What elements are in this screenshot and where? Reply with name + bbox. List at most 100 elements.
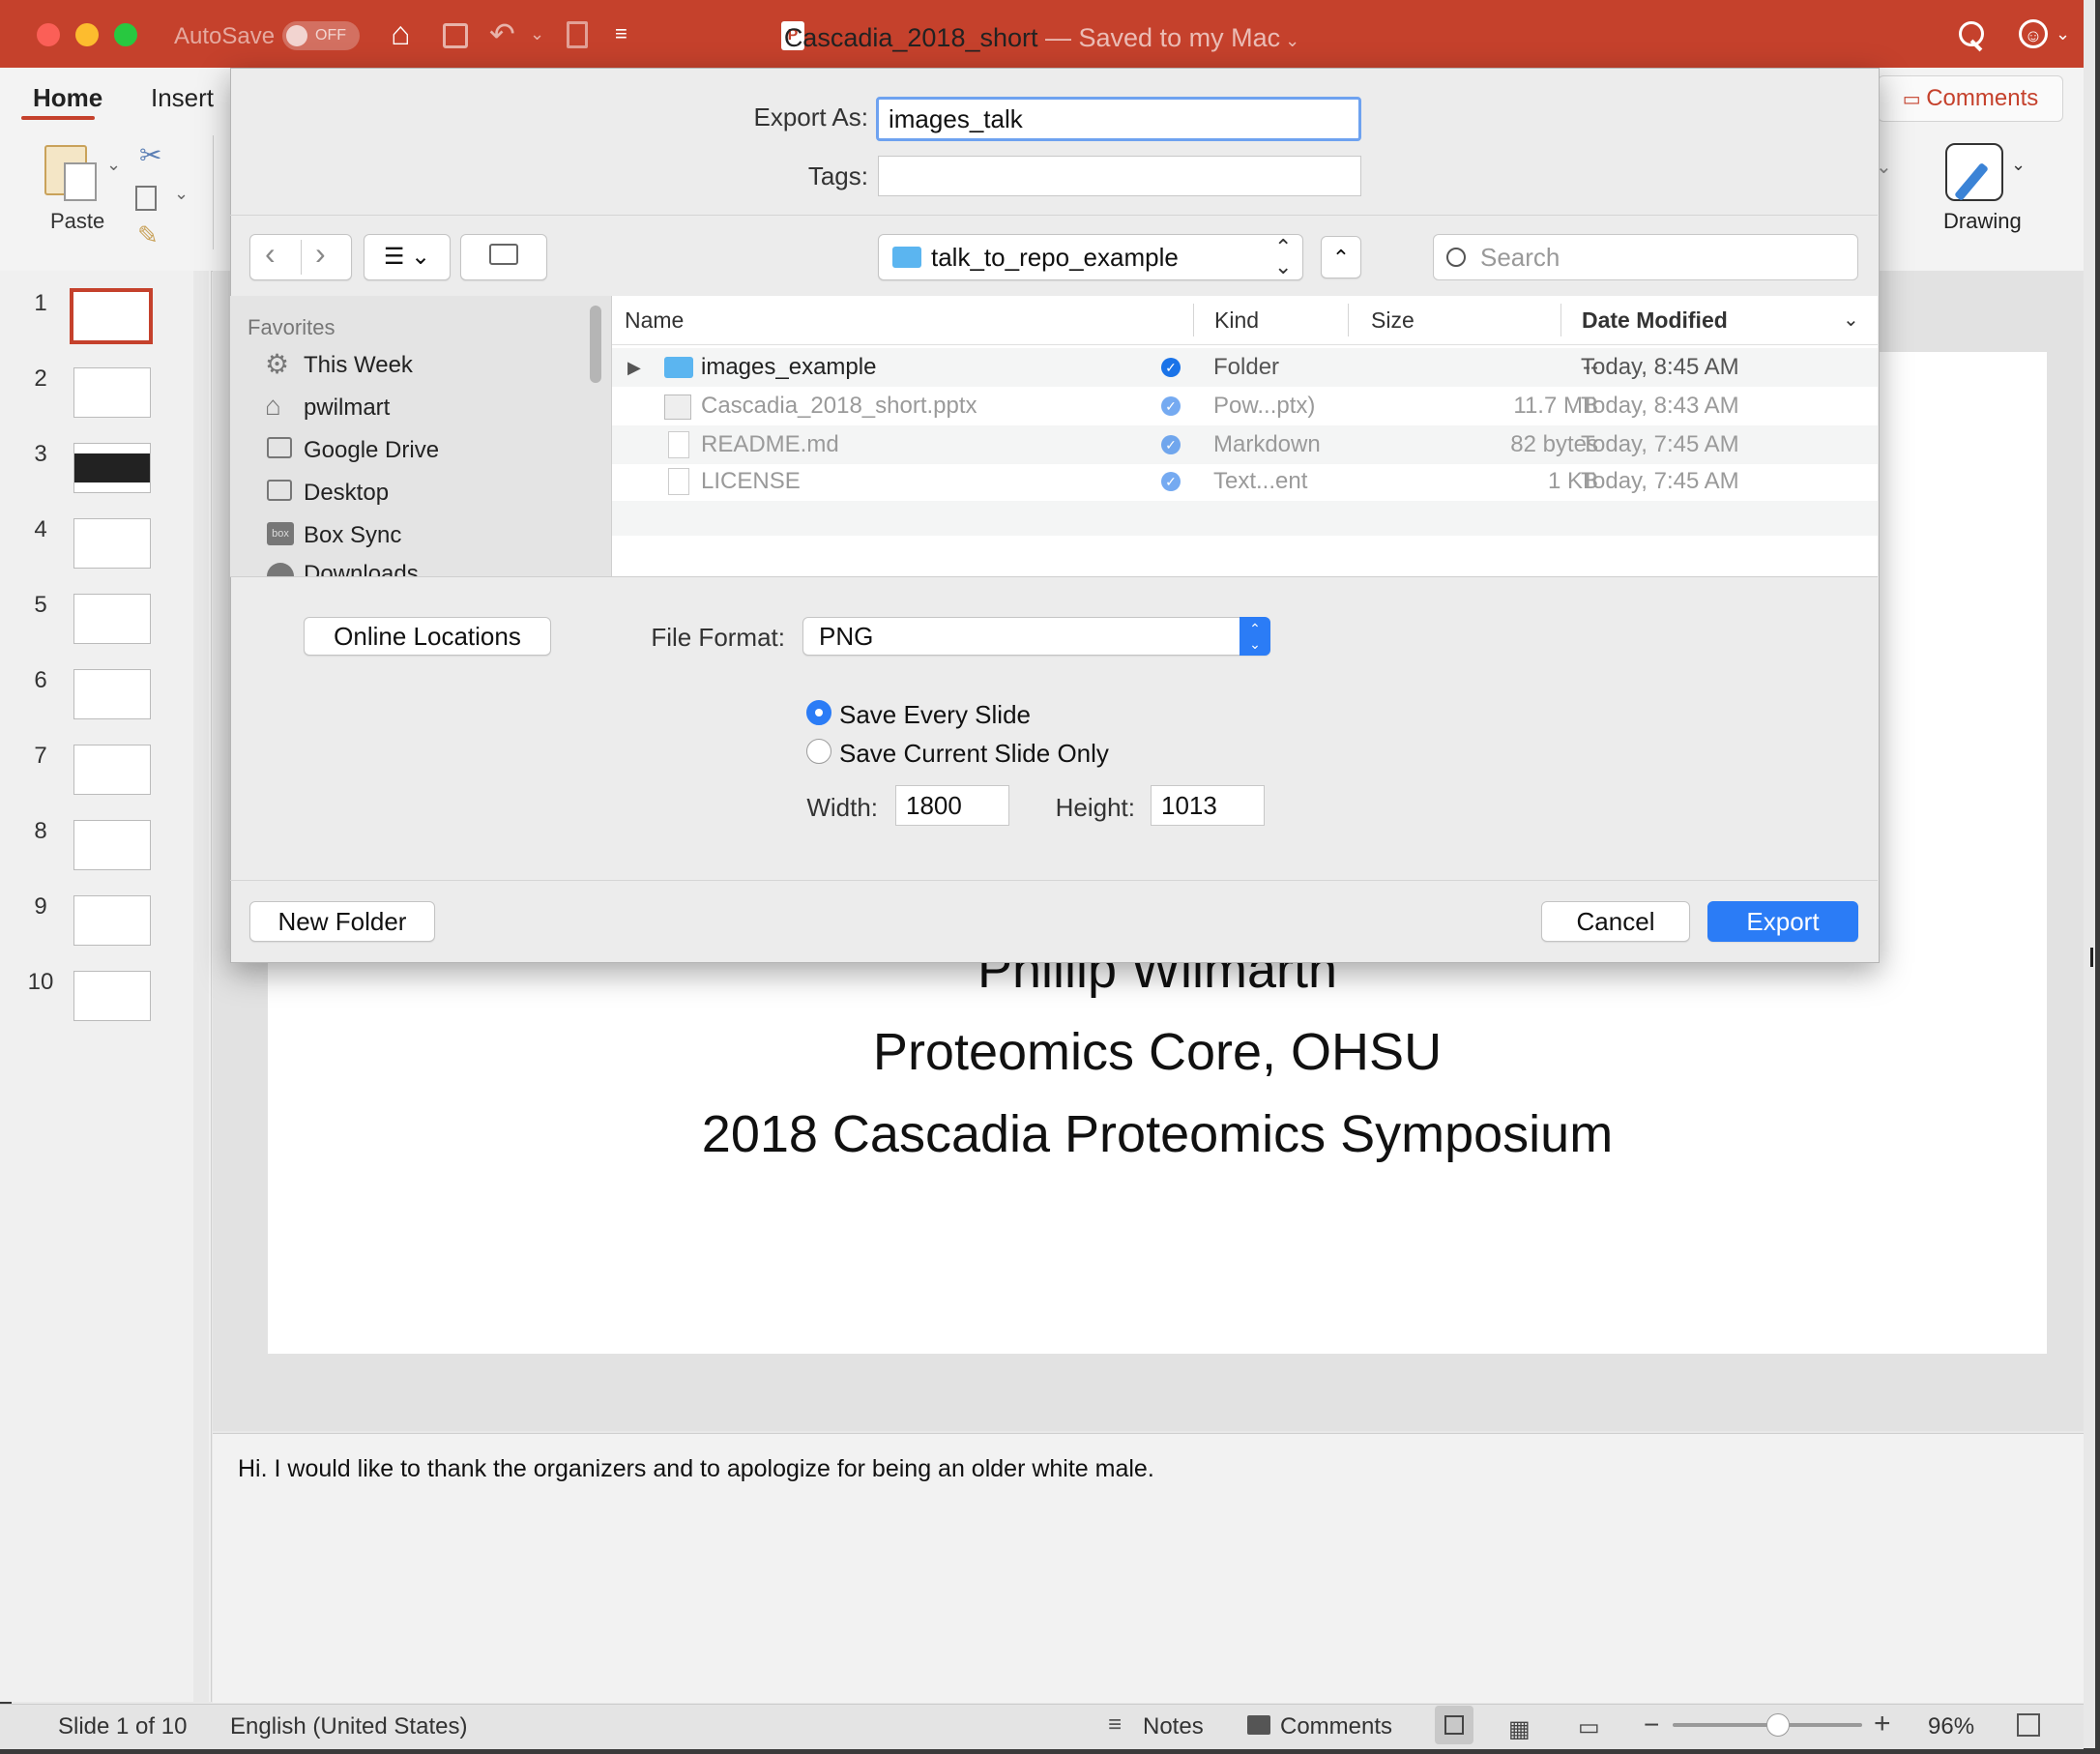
drawing-label[interactable]: Drawing [1943,209,2022,234]
file-name: README.md [701,431,839,457]
column-header-name[interactable]: Name [625,296,684,344]
slide-sorter-icon[interactable]: ▦ [1508,1715,1531,1743]
slide-thumbnail[interactable] [73,669,151,719]
favorite-this-week[interactable]: This Week [304,352,413,379]
forward-button[interactable]: › [315,236,326,272]
zoom-out-button[interactable]: − [1644,1710,1659,1740]
width-input[interactable] [895,785,1009,826]
format-painter-icon[interactable]: ✎ [137,220,159,250]
slide-event-line[interactable]: 2018 Cascadia Proteomics Symposium [268,1104,2047,1164]
paste-label[interactable]: Paste [50,209,104,234]
favorite-desktop[interactable]: Desktop [304,480,389,507]
dialog-footer-divider [230,880,1878,881]
slide-thumbnail[interactable] [73,971,151,1021]
icloud-synced-icon: ✓ [1161,472,1181,491]
slide-thumbnail[interactable] [73,594,151,644]
title-chevron-icon[interactable]: ⌄ [1280,31,1299,50]
favorite-downloads[interactable]: Downloads [304,561,419,576]
editor-resize-handle[interactable] [2090,948,2093,967]
document-save-status[interactable]: — Saved to my Mac [1038,23,1280,52]
file-row: Cascadia_2018_short.pptx ✓ Pow...ptx) 11… [612,387,1878,425]
collapse-browser-button[interactable]: ⌃ [1321,236,1361,278]
zoom-slider-knob[interactable] [1765,1713,1790,1737]
location-popup[interactable]: talk_to_repo_example [878,234,1303,280]
zoom-in-button[interactable]: + [1874,1708,1891,1740]
file-format-value: PNG [819,622,874,651]
paste-dropdown-icon[interactable]: ⌄ [106,155,121,175]
file-kind: Pow...ptx) [1213,393,1316,419]
save-every-slide-radio[interactable] [806,700,831,725]
export-as-label: Export As: [753,102,869,132]
slide-affiliation-line[interactable]: Proteomics Core, OHSU [268,1022,2047,1082]
smiley-feedback-icon[interactable]: ☺ [2019,19,2048,48]
slide-thumbnail[interactable] [70,288,153,344]
fit-slide-icon[interactable] [2017,1713,2040,1737]
height-input[interactable] [1151,785,1265,826]
feedback-dropdown-icon[interactable]: ⌄ [2056,0,2070,68]
tags-input[interactable] [878,156,1361,196]
file-size: 11.7 MB [1513,393,1598,419]
slide-thumbnail[interactable] [73,895,151,946]
slide-number: 3 [34,441,47,467]
zoom-percentage[interactable]: 96% [1928,1713,1974,1740]
copy-dropdown-icon[interactable]: ⌄ [174,184,189,204]
search-placeholder: Search [1480,243,1560,272]
thumbnail-scrollbar[interactable] [193,271,209,1702]
list-view-icon: ☰ ⌄ [383,244,431,270]
sidebar-scrollbar[interactable] [590,306,601,383]
slide-number: 5 [34,592,47,618]
width-label: Width: [806,793,878,822]
save-every-slide-label[interactable]: Save Every Slide [839,700,1031,730]
tab-home[interactable]: Home [33,83,102,113]
view-options-button[interactable]: ☰ ⌄ [364,234,451,280]
disclosure-triangle-icon[interactable]: ▶ [627,348,641,387]
cancel-button[interactable]: Cancel [1541,901,1690,942]
language-indicator[interactable]: English (United States) [230,1713,467,1740]
new-folder-button[interactable]: New Folder [249,901,435,942]
file-row: LICENSE ✓ Text...ent 1 KB Today, 7:45 AM [612,462,1878,501]
slide-count: Slide 1 of 10 [58,1713,188,1739]
presenter-view-icon[interactable]: ▭ [1578,1713,1600,1741]
file-size: 82 bytes [1510,431,1598,457]
notes-toggle-button[interactable]: Notes [1143,1713,1204,1740]
select-stepper-icon[interactable]: ⌃ ⌄ [1240,617,1270,656]
tab-insert[interactable]: Insert [151,83,214,113]
search-field[interactable]: Search [1433,234,1858,280]
comments-button-label: Comments [1926,85,2039,111]
slide-thumbnail[interactable] [73,443,151,493]
speaker-notes-text[interactable]: Hi. I would like to thank the organizers… [238,1455,1154,1483]
comments-button[interactable]: ▭ Comments [1878,75,2063,122]
favorite-google-drive[interactable]: Google Drive [304,437,439,464]
save-current-slide-radio[interactable] [806,739,831,764]
ribbon-divider [213,135,214,249]
favorites-heading: Favorites [248,315,335,339]
slide-thumbnail[interactable] [73,518,151,569]
cut-icon[interactable]: ✂ [139,139,161,171]
back-button[interactable]: ‹ [265,236,276,272]
file-row[interactable]: ▶ images_example ✓ Folder -- Today, 8:45… [612,348,1878,387]
save-current-slide-label[interactable]: Save Current Slide Only [839,739,1109,769]
drawing-dropdown-icon[interactable]: ⌄ [2011,155,2026,175]
slide-thumbnail[interactable] [73,820,151,870]
favorite-box-sync[interactable]: Box Sync [304,522,401,549]
slide-number: 2 [34,365,47,392]
slide-number: 10 [27,969,54,995]
export-button[interactable]: Export [1707,901,1858,942]
pptx-file-icon [664,395,691,420]
slide-number: 9 [34,893,47,920]
file-format-label: File Format: [651,623,785,652]
favorite-pwilmart[interactable]: pwilmart [304,395,390,422]
online-locations-button[interactable]: Online Locations [304,617,551,656]
comments-toggle-button[interactable]: Comments [1280,1713,1392,1740]
sort-descending-icon[interactable]: ⌄ [1843,307,1859,332]
slide-thumbnail[interactable] [73,367,151,418]
slide-thumbnail[interactable] [73,745,151,795]
copy-icon[interactable] [135,186,157,211]
column-header-size[interactable]: Size [1371,296,1415,344]
column-header-date-modified[interactable]: Date Modified [1582,296,1728,344]
file-format-select[interactable]: PNG [802,617,1270,656]
icloud-synced-icon: ✓ [1161,358,1181,377]
column-header-kind[interactable]: Kind [1214,296,1259,344]
export-as-input[interactable] [876,97,1361,141]
comment-icon: ▭ [1902,89,1927,110]
